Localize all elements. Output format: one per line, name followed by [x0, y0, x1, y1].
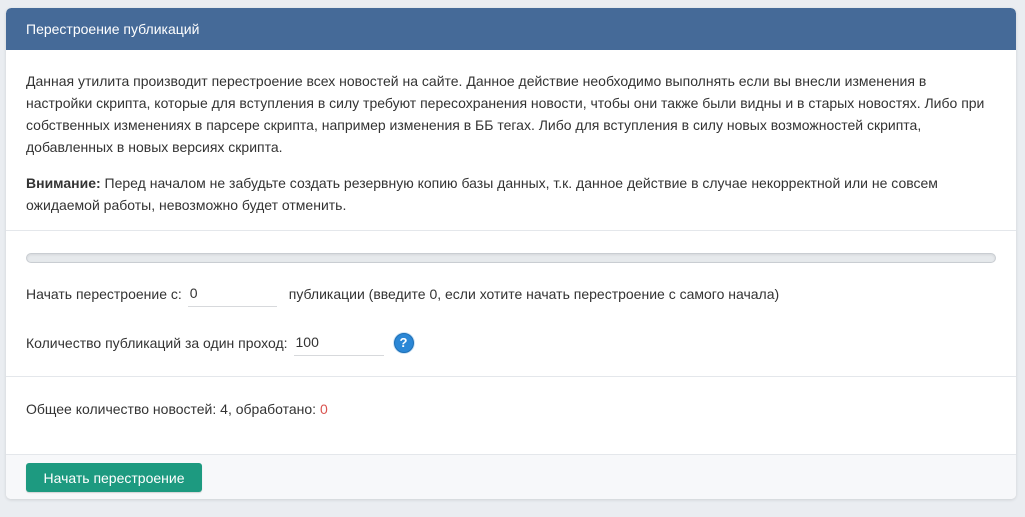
start-from-row: Начать перестроение с: публикации (введи…: [26, 281, 996, 307]
warning-text: Внимание: Перед началом не забудьте созд…: [26, 172, 996, 216]
start-from-input[interactable]: [187, 281, 277, 307]
processed-count: 0: [319, 401, 328, 417]
rebuild-panel: Перестроение публикаций Данная утилита п…: [6, 8, 1016, 499]
totals-row: Общее количество новостей: 4, обработано…: [6, 377, 1016, 420]
question-circle-icon[interactable]: ?: [393, 333, 414, 353]
panel-title: Перестроение публикаций: [6, 8, 1016, 50]
rebuild-form: Начать перестроение с: публикации (введи…: [6, 231, 1016, 356]
total-label: Общее количество новостей:: [26, 401, 217, 417]
description-text: Данная утилита производит перестроение в…: [26, 73, 985, 155]
total-count: 4: [220, 401, 228, 417]
warning-body: Перед началом не забудьте создать резерв…: [26, 175, 938, 213]
start-from-hint: публикации (введите 0, если хотите начат…: [288, 286, 780, 302]
batch-size-row: Количество публикаций за один проход: ?: [26, 330, 996, 356]
batch-size-label: Количество публикаций за один проход:: [26, 335, 288, 351]
panel-footer: Начать перестроение: [6, 454, 1016, 499]
warning-label: Внимание:: [26, 175, 101, 191]
start-rebuild-button[interactable]: Начать перестроение: [26, 463, 202, 492]
batch-size-input[interactable]: [293, 330, 384, 356]
progress-bar: [26, 253, 996, 263]
description-section: Данная утилита производит перестроение в…: [6, 50, 1016, 216]
processed-label: , обработано:: [227, 401, 317, 417]
start-from-label: Начать перестроение с:: [26, 286, 182, 302]
